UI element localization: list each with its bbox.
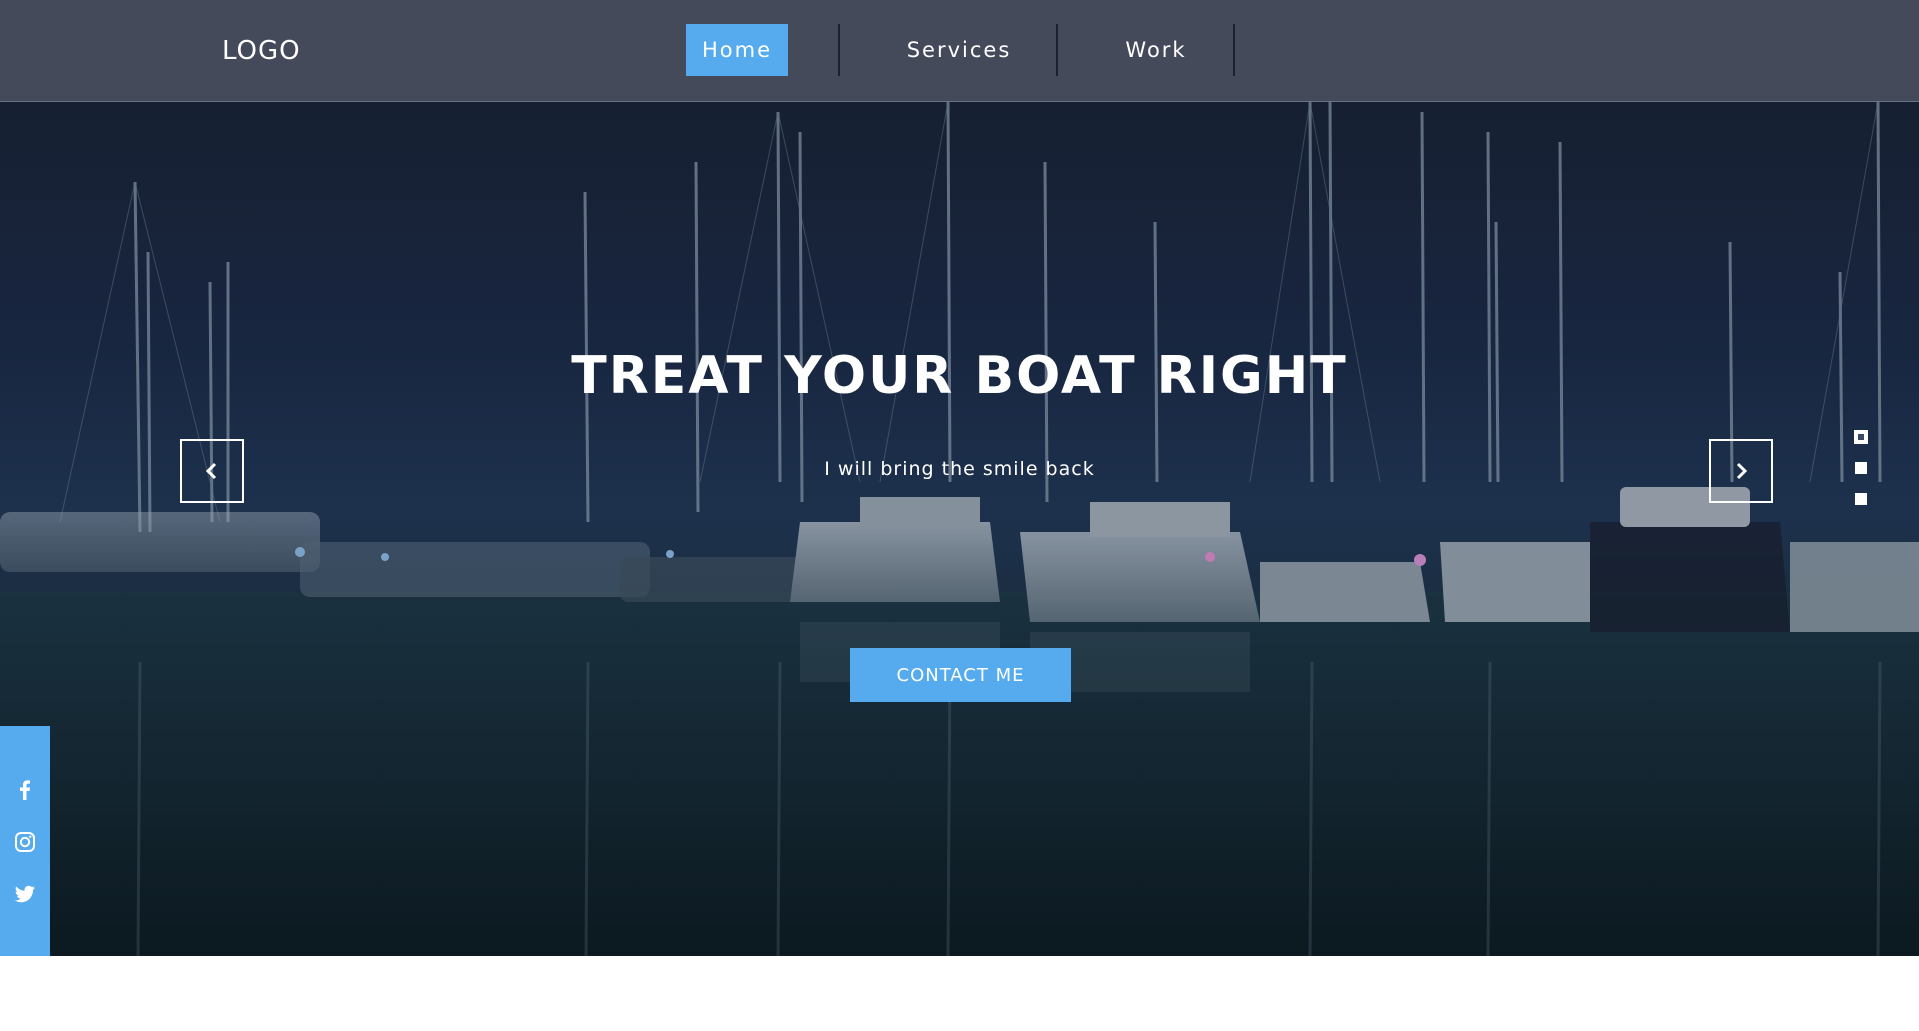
nav-services[interactable]: Services xyxy=(850,24,1068,76)
slider-prev-button[interactable] xyxy=(180,439,244,503)
slide-dot-1[interactable] xyxy=(1854,430,1868,444)
nav-divider xyxy=(1056,24,1058,76)
contact-me-button[interactable]: CONTACT ME xyxy=(850,648,1071,702)
social-sidebar xyxy=(0,726,50,956)
hero-slider: TREAT YOUR BOAT RIGHT I will bring the s… xyxy=(0,102,1919,956)
nav-divider xyxy=(838,24,840,76)
logo[interactable]: LOGO xyxy=(222,36,301,66)
chevron-right-icon xyxy=(1736,462,1748,480)
slide-dot-2[interactable] xyxy=(1855,462,1867,474)
chevron-left-icon xyxy=(205,462,217,480)
hero-title: TREAT YOUR BOAT RIGHT xyxy=(571,346,1348,406)
nav-divider xyxy=(1233,24,1235,76)
twitter-icon[interactable] xyxy=(13,882,37,906)
marina-background-image xyxy=(0,102,1919,956)
facebook-icon[interactable] xyxy=(13,778,37,802)
site-header: LOGO Home Services Work xyxy=(0,0,1919,102)
slide-dot-3[interactable] xyxy=(1855,493,1867,505)
instagram-icon[interactable] xyxy=(13,830,37,854)
hero-subtitle: I will bring the smile back xyxy=(824,458,1095,480)
slider-next-button[interactable] xyxy=(1709,439,1773,503)
nav-home[interactable]: Home xyxy=(686,24,788,76)
nav-work[interactable]: Work xyxy=(1068,24,1244,76)
